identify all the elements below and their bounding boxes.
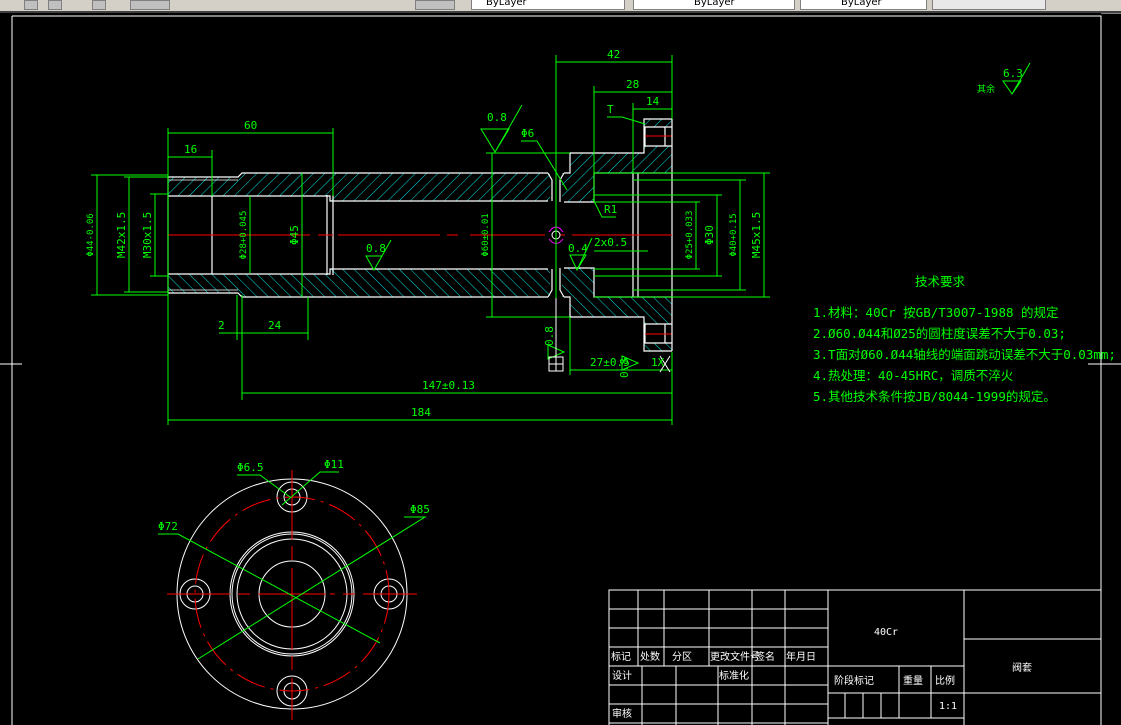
toolbar-button[interactable] bbox=[48, 0, 62, 10]
dim-phi25: Φ25+0.033 bbox=[685, 211, 695, 260]
dim-phi6.5: Φ6.5 bbox=[237, 461, 264, 474]
dim-chamfer: 2x0.5 bbox=[594, 236, 627, 249]
dim-phi11: Φ11 bbox=[324, 458, 344, 471]
label-date: 年月日 bbox=[786, 650, 816, 663]
part-name: 阀套 bbox=[1012, 661, 1032, 674]
label-mark: 标记 bbox=[611, 651, 631, 663]
label-sign: 签名 bbox=[755, 650, 775, 663]
tech-req-title: 技术要求 bbox=[915, 274, 966, 289]
tech-req-item: 3.T面对Ø60.Ø44轴线的端面跳动误差不大于0.03mm; bbox=[813, 347, 1116, 362]
dim-m45: M45x1.5 bbox=[750, 212, 763, 258]
roughness-0.8: 0.8 bbox=[487, 111, 507, 124]
dim-2: 2 bbox=[218, 319, 225, 332]
dim-27: 27±0.5 bbox=[590, 356, 630, 369]
scale-value: 1:1 bbox=[939, 701, 957, 712]
dim-1x: 1X bbox=[651, 356, 665, 369]
label-review: 审核 bbox=[612, 707, 632, 720]
general-roughness-note: 6.3 其余 bbox=[977, 62, 1031, 95]
tech-req-item: 1.材料：40Cr 按GB/T3007-1988 的规定 bbox=[813, 305, 1059, 320]
roughness-0.8: 0.8 bbox=[543, 326, 556, 346]
tech-req-item: 2.Ø60.Ø44和Ø25的圆柱度误差不大于0.03; bbox=[813, 326, 1066, 341]
technical-requirements: 技术要求 1.材料：40Cr 按GB/T3007-1988 的规定 2.Ø60.… bbox=[813, 274, 1116, 404]
dim-28: 28 bbox=[626, 78, 639, 91]
roughness-0.4: 0.4 bbox=[568, 242, 588, 255]
drawing-canvas[interactable]: 60 16 42 28 14 T 0.8 Φ6 R1 2x0.5 0.4 0.8… bbox=[0, 13, 1121, 725]
front-dimension-text: 60 16 42 28 14 T 0.8 Φ6 R1 2x0.5 0.4 0.8… bbox=[86, 48, 763, 419]
label-weight: 重量 bbox=[903, 674, 923, 687]
roughness-label: 其余 bbox=[977, 83, 995, 95]
dim-phi72: Φ72 bbox=[158, 520, 178, 533]
dim-24: 24 bbox=[268, 319, 282, 332]
label-ratio: 比例 bbox=[935, 674, 955, 687]
front-dimensions bbox=[91, 55, 770, 425]
layer-tools-icon[interactable] bbox=[415, 0, 455, 10]
roughness-value: 6.3 bbox=[1003, 67, 1023, 80]
dim-phi85: Φ85 bbox=[410, 503, 430, 516]
toolbar: ByLayer ByLayer ByLayer bbox=[0, 0, 1121, 13]
dim-14: 14 bbox=[646, 95, 660, 108]
dim-m42: M42x1.5 bbox=[115, 212, 128, 258]
dim-42: 42 bbox=[607, 48, 620, 61]
dim-phi44: Φ44-0.06 bbox=[86, 213, 96, 256]
plotstyle-dropdown[interactable] bbox=[932, 0, 1046, 10]
dim-184: 184 bbox=[411, 406, 431, 419]
layer-state-icon[interactable] bbox=[130, 0, 170, 10]
dim-phi30: Φ30 bbox=[703, 225, 716, 245]
label-design: 设计 bbox=[612, 669, 632, 682]
label-zone: 分区 bbox=[672, 651, 692, 663]
lineweight-dropdown[interactable]: ByLayer bbox=[800, 0, 927, 10]
label-standard: 标准化 bbox=[719, 669, 749, 682]
dim-16: 16 bbox=[184, 143, 197, 156]
label-count: 处数 bbox=[640, 650, 660, 663]
side-view: Φ72 Φ85 Φ6.5 Φ11 bbox=[158, 458, 430, 720]
layer-icon[interactable] bbox=[92, 0, 106, 10]
tech-req-item: 4.热处理：40-45HRC，调质不淬火 bbox=[813, 368, 1014, 383]
dim-phi28: Φ28+0.045 bbox=[239, 211, 249, 260]
dim-147: 147±0.13 bbox=[422, 379, 475, 392]
dim-phi45: Φ45 bbox=[288, 225, 301, 245]
linetype-dropdown[interactable]: ByLayer bbox=[633, 0, 795, 10]
dim-m30: M30x1.5 bbox=[141, 212, 154, 258]
roughness-0.8: 0.8 bbox=[366, 242, 386, 255]
toolbar-button[interactable] bbox=[24, 0, 38, 10]
dim-phi40: Φ40+0.15 bbox=[729, 213, 739, 256]
dim-phi60: Φ60±0.01 bbox=[481, 213, 491, 256]
dim-60: 60 bbox=[244, 119, 257, 132]
label-change-doc: 更改文件号 bbox=[710, 650, 760, 663]
lower-half-section bbox=[167, 267, 673, 352]
color-dropdown[interactable]: ByLayer bbox=[471, 0, 625, 10]
dim-phi6: Φ6 bbox=[521, 127, 534, 140]
surface-t-label: T bbox=[607, 103, 614, 116]
material-value: 40Cr bbox=[874, 627, 898, 638]
label-stage: 阶段标记 bbox=[834, 674, 874, 687]
tech-req-item: 5.其他技术条件按JB/8044-1999的规定。 bbox=[813, 389, 1056, 404]
title-block: 标记 处数 分区 更改文件号 签名 年月日 设计 标准化 审核 阶段标记 重量 … bbox=[608, 589, 1102, 725]
dim-r1: R1 bbox=[604, 203, 617, 216]
